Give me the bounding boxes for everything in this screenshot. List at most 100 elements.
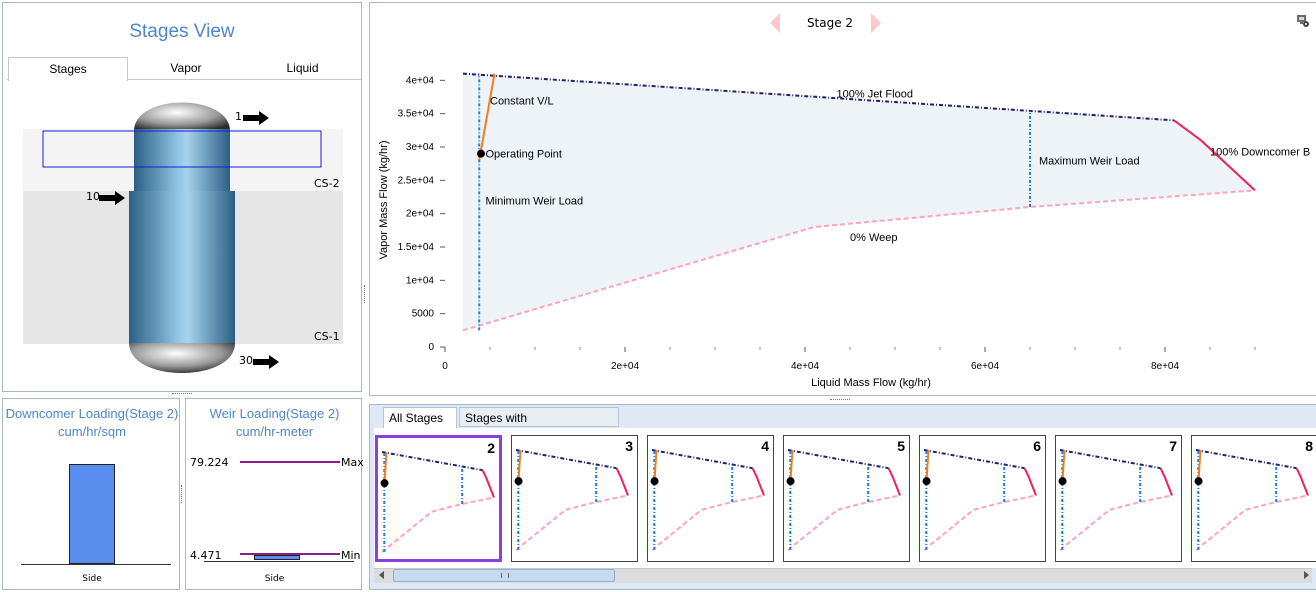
- nav-right-icon[interactable]: [870, 13, 882, 33]
- thumbnail-series: [887, 467, 901, 496]
- weir-bar: [254, 555, 300, 560]
- thumbnail-operating-point: [1058, 477, 1067, 486]
- thumbnail-operating-point: [514, 477, 523, 486]
- annotation-0-weep: 0% Weep: [850, 232, 898, 244]
- thumbnail-chart: [1058, 449, 1173, 551]
- downcomer-baseline: [21, 564, 171, 565]
- stages-view-title: Stages View: [129, 21, 235, 42]
- thumbnail-series: [1023, 467, 1037, 496]
- thumbnail-series: [651, 449, 753, 470]
- splitter-grip-vertical[interactable]: [364, 285, 368, 303]
- stage-thumbnail[interactable]: 4: [647, 435, 774, 562]
- stage-thumbnail[interactable]: 6: [919, 435, 1046, 562]
- thumbnail-series: [1059, 449, 1161, 470]
- thumbnail-series: [923, 449, 1025, 470]
- column-upper: [134, 129, 230, 193]
- thumbnail-series: [751, 467, 765, 496]
- thumbnail-series: [1195, 449, 1297, 470]
- x-tick-label: 4e+04: [791, 361, 820, 372]
- thumbnail-chart: [514, 449, 629, 551]
- thumbnail-series: [381, 451, 483, 472]
- annotation-100-jet-flood: 100% Jet Flood: [837, 89, 913, 101]
- annotation-minimum-weir-load: Minimum Weir Load: [486, 195, 584, 207]
- thumbnail-series: [787, 494, 901, 551]
- thumbnail-chart: [650, 449, 765, 551]
- splitter-grip-right[interactable]: [830, 399, 850, 402]
- y-tick-label: 4e+04: [406, 75, 435, 86]
- tab-stages-errors[interactable]: Stages with Errors/Warnings: [459, 407, 619, 445]
- scroll-right-icon[interactable]: [1302, 571, 1311, 580]
- x-tick-label: 8e+04: [1151, 361, 1180, 372]
- downcomer-bar: [69, 464, 115, 564]
- column-diagram: [23, 102, 343, 373]
- y-axis-title: Vapor Mass Flow (kg/hr): [378, 141, 390, 260]
- operating-chart: Vapor Mass Flow (kg/hr) Liquid Mass Flow…: [378, 72, 1310, 389]
- weir-title: Weir Loading(Stage 2): [209, 406, 340, 421]
- thumbnail-series: [481, 469, 495, 498]
- settings-icon[interactable]: [1296, 14, 1310, 28]
- feed-label-30: 30: [239, 354, 253, 367]
- tab-stages[interactable]: Stages: [8, 57, 128, 81]
- thumbnail-series: [1159, 467, 1173, 496]
- y-tick-label: 1.5e+04: [398, 242, 435, 253]
- stage-thumbnail[interactable]: 7: [1055, 435, 1182, 562]
- tab-all-stages[interactable]: All Stages: [383, 407, 457, 428]
- annotation-constant-v-l: Constant V/L: [490, 95, 554, 107]
- y-tick-label: 0: [428, 342, 434, 353]
- thumbnail-operating-point: [1194, 477, 1203, 486]
- stage-thumbnail[interactable]: 8: [1191, 435, 1316, 562]
- stage-thumbnail[interactable]: 2: [375, 435, 502, 562]
- thumbnail-series: [381, 496, 495, 553]
- scroll-thumb-grip: [501, 573, 509, 578]
- x-axis-title: Liquid Mass Flow (kg/hr): [811, 377, 931, 389]
- y-tick-label: 2e+04: [406, 209, 435, 220]
- feed-arrow-30: [253, 355, 279, 369]
- thumbnail-series: [651, 494, 765, 551]
- thumbnail-series: [1295, 467, 1309, 496]
- x-tick-label: 0: [442, 361, 448, 372]
- tab-liquid[interactable]: Liquid: [245, 57, 360, 80]
- thumbnail-operating-point: [650, 477, 659, 486]
- weir-bar-label: Side: [264, 574, 285, 584]
- weir-panel: Weir Loading(Stage 2) cum/hr-meter 79.22…: [185, 398, 364, 590]
- thumbnail-operating-point: [786, 477, 795, 486]
- weir-max-line: [240, 461, 340, 463]
- stage-thumbnail[interactable]: 5: [783, 435, 910, 562]
- scroll-thumb[interactable]: [393, 569, 615, 582]
- y-tick-label: 3.5e+04: [398, 109, 435, 120]
- thumbnail-series: [515, 449, 617, 470]
- splitter-grip-bottom[interactable]: [181, 485, 184, 503]
- nav-left-icon[interactable]: [769, 13, 781, 33]
- stage-nav-title: Stage 2: [806, 16, 854, 30]
- y-tick-label: 3e+04: [406, 142, 435, 153]
- top-cap: [134, 102, 230, 131]
- annotation-operating-point: Operating Point: [486, 149, 562, 161]
- thumbnail-series: [515, 494, 629, 551]
- x-tick-label: 2e+04: [611, 361, 640, 372]
- thumbnail-series: [615, 467, 629, 496]
- downcomer-panel: Downcomer Loading(Stage 2) cum/hr/sqm Si…: [2, 398, 180, 590]
- y-tick-label: 2.5e+04: [398, 175, 435, 186]
- feed-arrow-1: [243, 111, 269, 125]
- thumbnail-chart: [1194, 449, 1309, 551]
- stages-view-panel: Stages View Stages Vapor Liquid 1 10 30 …: [2, 2, 362, 392]
- thumbnail-chart: [922, 449, 1037, 551]
- section-label-cs2: CS-2: [314, 177, 340, 190]
- section-label-cs1: CS-1: [314, 330, 340, 343]
- thumbnail-operating-point: [922, 477, 931, 486]
- tab-vapor[interactable]: Vapor: [127, 57, 245, 80]
- feed-label-1: 1: [235, 110, 242, 123]
- thumbnail-series: [1059, 494, 1173, 551]
- downcomer-bar-label: Side: [82, 574, 102, 584]
- downcomer-title: Downcomer Loading(Stage 2): [5, 406, 179, 421]
- thumbnail-operating-point: [380, 479, 389, 488]
- annotation-maximum-weir-load: Maximum Weir Load: [1039, 155, 1140, 167]
- y-tick-label: 1e+04: [406, 275, 435, 286]
- feed-label-10: 10: [86, 190, 100, 203]
- weir-max-label: Max: [341, 456, 364, 469]
- thumbnail-series: [923, 494, 1037, 551]
- stage-thumbnail[interactable]: 3: [511, 435, 638, 562]
- scroll-left-icon[interactable]: [377, 571, 386, 580]
- thumbnail-series: [1195, 494, 1309, 551]
- downcomer-unit: cum/hr/sqm: [58, 424, 126, 439]
